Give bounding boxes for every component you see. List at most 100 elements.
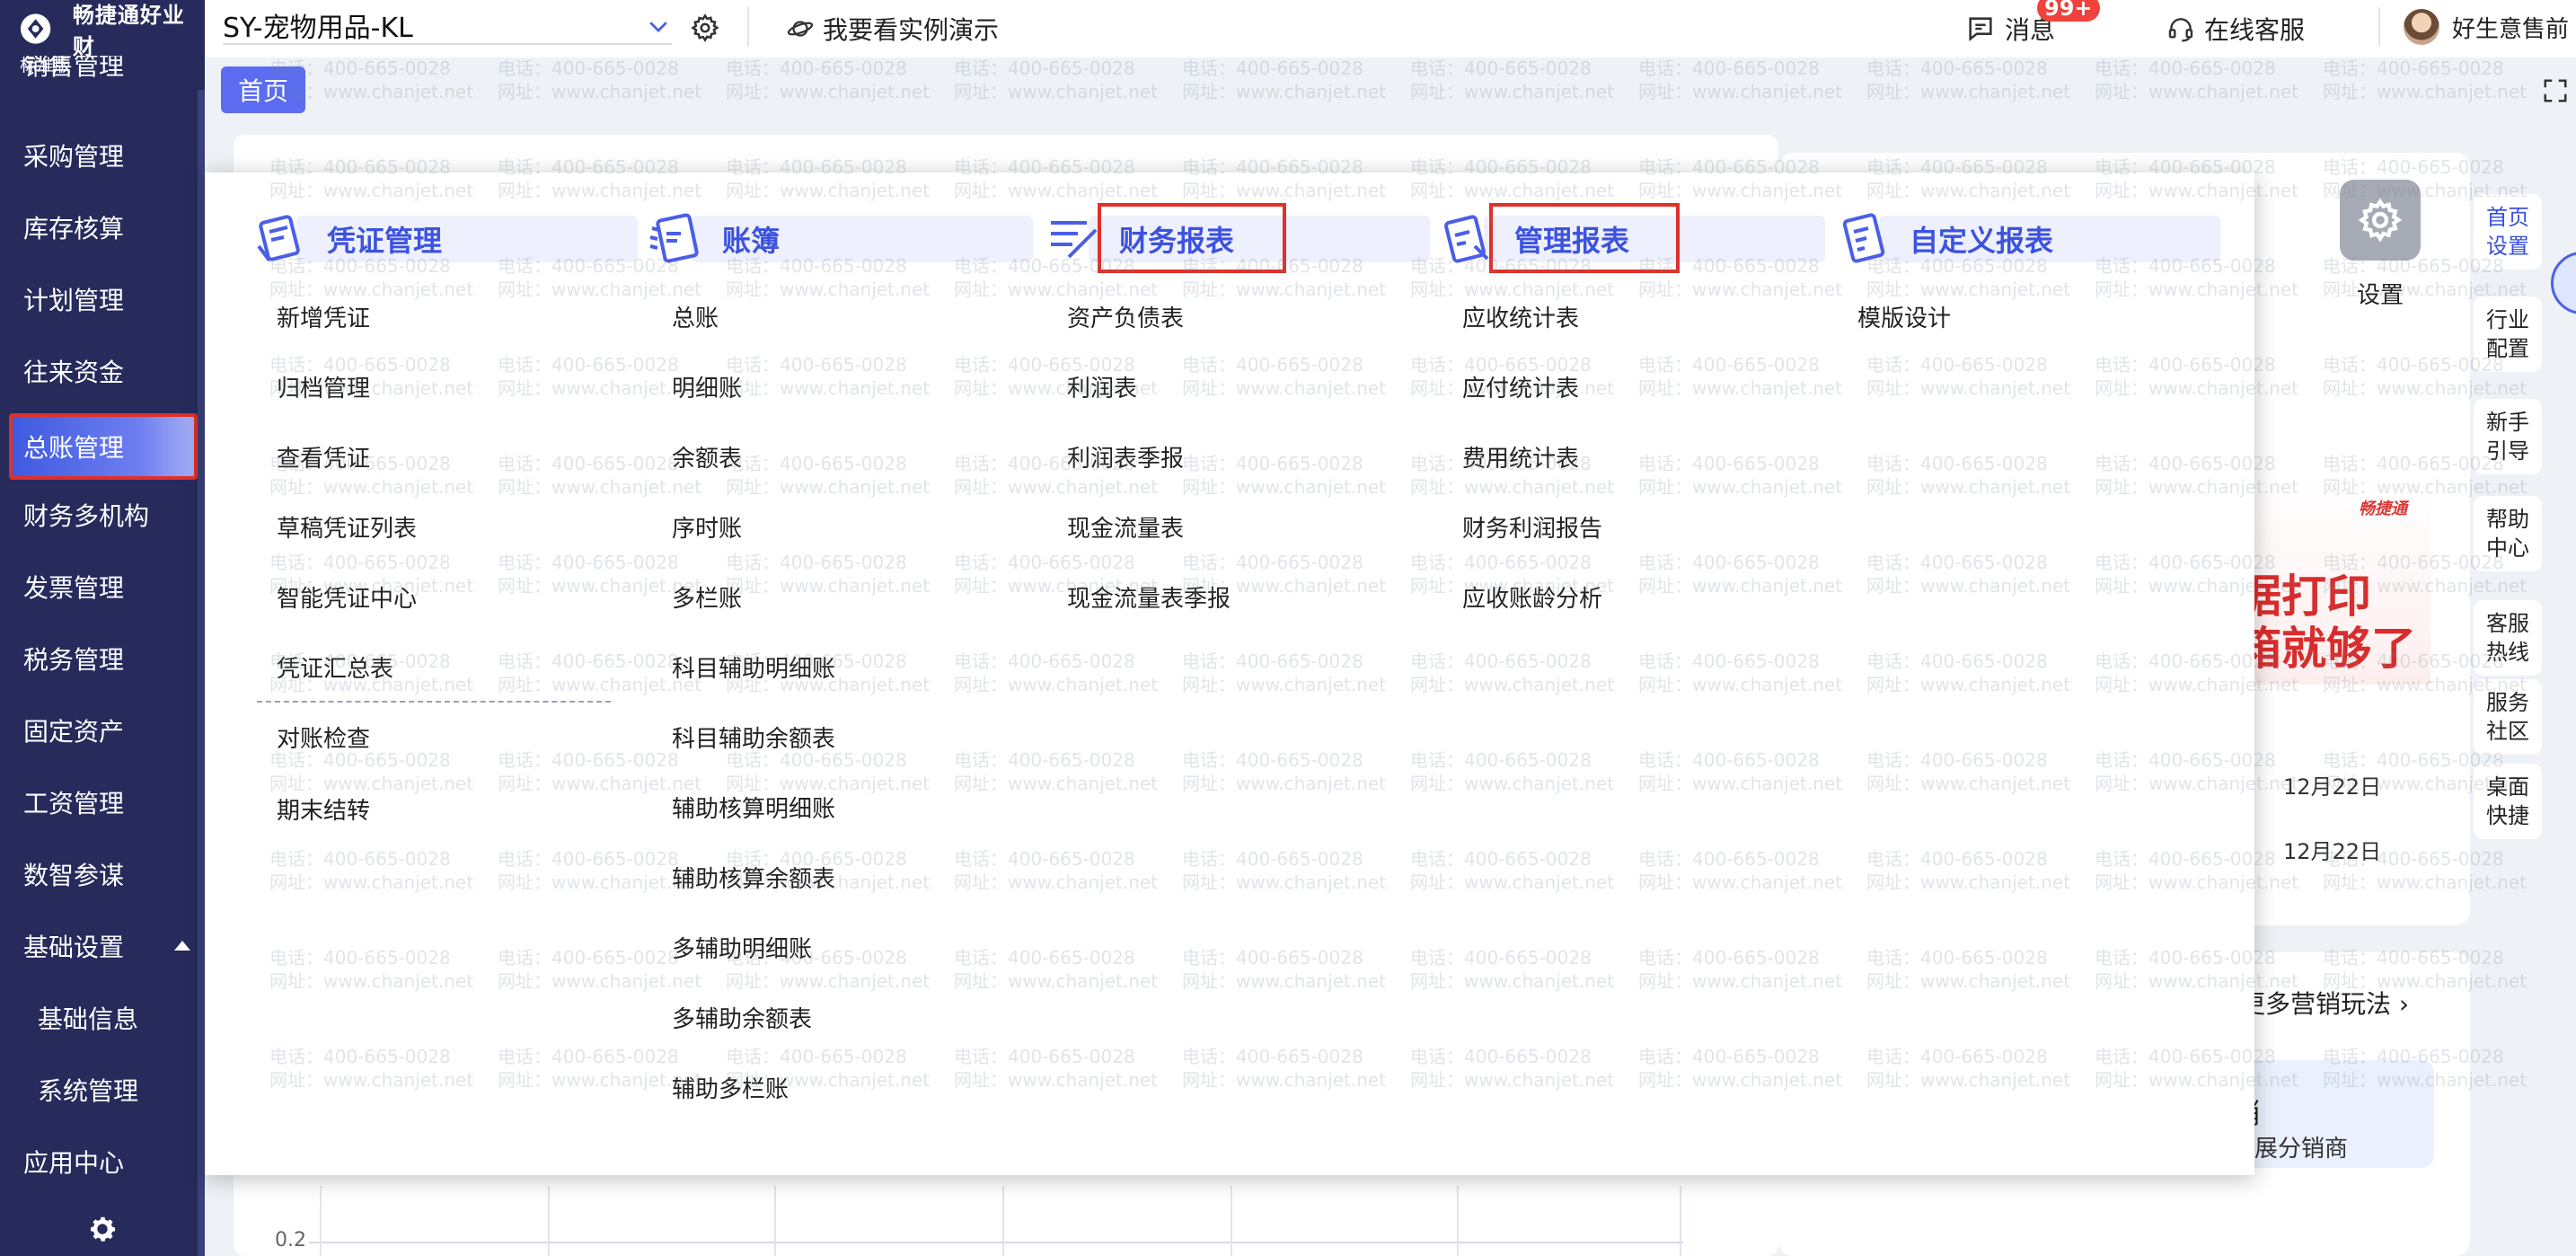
avatar <box>2404 9 2439 45</box>
banner-line2: 箱就够了 <box>2236 623 2416 675</box>
dashboard-settings-shortcut[interactable]: 设置 <box>2335 180 2425 341</box>
online-service-button[interactable]: 在线客服 <box>2166 11 2305 47</box>
tab-home[interactable]: 首页 <box>221 66 305 113</box>
sidebar-item-funds[interactable]: 往来资金 <box>0 342 198 400</box>
account-name: SY-宠物用品-KL <box>223 13 413 44</box>
account-selector[interactable]: SY-宠物用品-KL <box>223 7 672 45</box>
gear-icon[interactable] <box>86 1213 119 1245</box>
sidebar-scrollbar[interactable] <box>198 90 205 1256</box>
rail-home-settings[interactable]: 首页 设置 <box>2474 194 2542 270</box>
menu-link[interactable]: 对账检查 <box>277 721 370 754</box>
menu-link[interactable]: 查看凭证 <box>277 440 370 473</box>
sidebar-item-base-settings[interactable]: 基础设置 <box>0 917 198 975</box>
watermark-site: 网址：www.chanjet.net <box>1866 81 2071 102</box>
sidebar-item-advisor[interactable]: 数智参谋 <box>0 845 198 903</box>
menu-link[interactable]: 草稿凭证列表 <box>277 510 417 544</box>
sidebar-item-planning[interactable]: 计划管理 <box>0 270 198 328</box>
caret-up-icon <box>174 941 190 951</box>
menu-link[interactable]: 利润表季报 <box>1067 440 1184 473</box>
chart-gridline <box>1457 1186 1459 1256</box>
menu-link[interactable]: 现金流量表季报 <box>1067 580 1231 614</box>
custom-report-icon <box>1842 213 1885 263</box>
menu-link[interactable]: 辅助核算余额表 <box>672 861 835 894</box>
sidebar-item-purchase[interactable]: 采购管理 <box>0 127 198 184</box>
finance-report-icon <box>1051 221 1098 259</box>
sidebar-item-label: 往来资金 <box>23 358 125 387</box>
menu-link[interactable]: 凭证汇总表 <box>277 650 393 684</box>
menu-link[interactable]: 多辅助余额表 <box>672 1001 812 1034</box>
menu-link[interactable]: 归档管理 <box>277 370 370 403</box>
menu-link[interactable]: 辅助核算明细账 <box>672 791 835 824</box>
menu-link[interactable]: 利润表 <box>1067 370 1137 403</box>
sidebar-item-fixed-assets[interactable]: 固定资产 <box>0 702 198 759</box>
menu-link[interactable]: 科目辅助明细账 <box>672 650 835 684</box>
sidebar-item-invoice[interactable]: 发票管理 <box>0 558 198 615</box>
ledger-icon <box>649 213 699 263</box>
chart-gridline <box>548 1186 550 1256</box>
sidebar-item-label: 计划管理 <box>23 286 125 315</box>
menu-column-title: 凭证管理 <box>327 224 443 258</box>
menu-link[interactable]: 现金流量表 <box>1067 510 1184 544</box>
watermark-phone: 电话：400-665-0028 <box>498 57 679 79</box>
watermark-site: 网址：www.chanjet.net <box>1182 81 1387 102</box>
user-menu[interactable]: 好生意售前 <box>2404 7 2569 47</box>
watermark-phone: 电话：400-665-0028 <box>1182 57 1363 79</box>
menu-link[interactable]: 应收账龄分析 <box>1462 580 1602 614</box>
fullscreen-icon[interactable] <box>2542 77 2569 104</box>
demo-link[interactable]: 我要看实例演示 <box>787 11 999 47</box>
chat-icon <box>1969 17 1992 41</box>
menu-column-title: 财务报表 <box>1119 224 1235 258</box>
settings-tile[interactable] <box>2340 180 2421 261</box>
watermark-site: 网址：www.chanjet.net <box>1410 81 1615 102</box>
menu-link[interactable]: 应付统计表 <box>1462 370 1579 403</box>
menu-link[interactable]: 资产负债表 <box>1067 300 1184 333</box>
gear-icon[interactable] <box>690 13 720 43</box>
menu-column-title: 账簿 <box>722 224 781 258</box>
menu-link[interactable]: 智能凭证中心 <box>277 580 417 614</box>
promo-banner[interactable]: 畅捷通 据打印 箱就够了 <box>2236 478 2430 685</box>
sidebar-item-multi-org[interactable]: 财务多机构 <box>0 486 198 544</box>
chart-gridline <box>1002 1186 1004 1256</box>
menu-link[interactable]: 应收统计表 <box>1462 300 1579 333</box>
rail-industry-config[interactable]: 行业 配置 <box>2474 296 2542 372</box>
sidebar-item-system[interactable]: 系统管理 <box>0 1061 198 1119</box>
menu-link[interactable]: 费用统计表 <box>1462 440 1579 473</box>
menu-link[interactable]: 序时账 <box>672 510 742 544</box>
app-name: 畅捷通好业财 <box>72 3 185 59</box>
rail-desktop-shortcut[interactable]: 桌面 快捷 <box>2474 764 2542 839</box>
menu-link[interactable]: 科目辅助余额表 <box>672 721 835 754</box>
rail-service-hotline[interactable]: 客服 热线 <box>2474 600 2542 676</box>
sidebar-item-base-info[interactable]: 基础信息 <box>0 989 198 1047</box>
menu-link[interactable]: 多栏账 <box>672 580 742 614</box>
menu-link[interactable]: 模版设计 <box>1857 300 1951 333</box>
sidebar-item-payroll[interactable]: 工资管理 <box>0 774 198 831</box>
online-service-label: 在线客服 <box>2204 15 2306 45</box>
sidebar-item-label: 销售管理 <box>23 56 125 81</box>
sidebar-item-general-ledger[interactable]: 总账管理 <box>9 417 198 476</box>
demo-link-label: 我要看实例演示 <box>823 15 1000 45</box>
date-label: 12月22日 <box>2283 774 2382 800</box>
menu-link[interactable]: 总账 <box>672 300 719 333</box>
menu-link[interactable]: 新增凭证 <box>277 300 370 333</box>
sidebar-item-sales[interactable]: 销售管理 <box>0 56 198 110</box>
logo-icon <box>20 13 51 44</box>
sidebar-item-inventory[interactable]: 库存核算 <box>0 199 198 256</box>
menu-column-ledger: 账簿 <box>647 210 1033 268</box>
watermark-site: 网址：www.chanjet.net <box>2323 81 2527 102</box>
menu-link[interactable]: 辅助多栏账 <box>672 1071 789 1104</box>
rail-service-community[interactable]: 服务 社区 <box>2474 679 2542 755</box>
app-logo[interactable]: 畅捷通好业财 <box>18 3 205 59</box>
sidebar-item-tax[interactable]: 税务管理 <box>0 630 198 687</box>
menu-link[interactable]: 财务利润报告 <box>1462 510 1602 544</box>
menu-link[interactable]: 多辅助明细账 <box>672 931 812 964</box>
menu-link[interactable]: 明细账 <box>672 370 742 403</box>
rail-newbie-guide[interactable]: 新手 引导 <box>2474 399 2542 474</box>
sidebar-item-label: 发票管理 <box>23 573 125 603</box>
rail-help-center[interactable]: 帮助 中心 <box>2474 496 2542 571</box>
floating-assistant-icon[interactable] <box>2551 252 2576 314</box>
sidebar-item-app-center[interactable]: 应用中心 <box>0 1133 198 1190</box>
menu-link[interactable]: 余额表 <box>672 440 742 473</box>
menu-link[interactable]: 期末结转 <box>277 792 370 826</box>
more-marketing-link[interactable]: 更多营销玩法 › <box>2240 985 2409 1021</box>
divider <box>2378 7 2380 47</box>
